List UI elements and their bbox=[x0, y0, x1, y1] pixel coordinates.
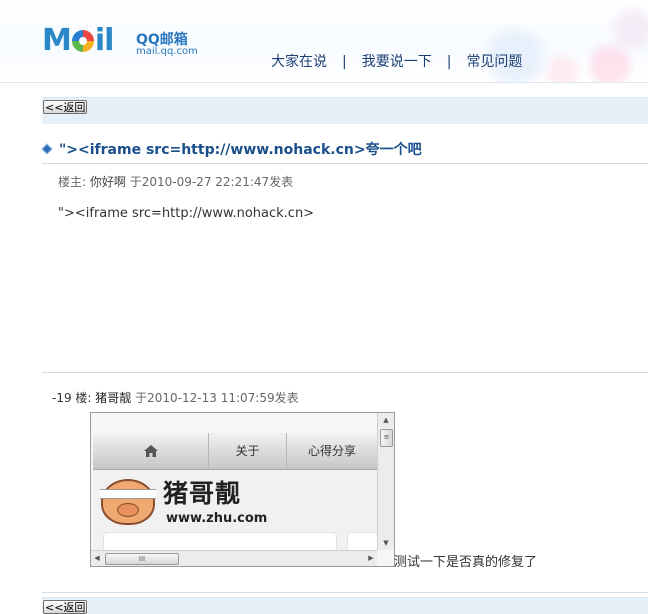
nav-separator: | bbox=[342, 54, 347, 70]
embedded-frame[interactable]: 关于 心得分享 猪哥靓 www.zhu.com ▲ ≡ ▼ ◀ III ▶ bbox=[90, 412, 395, 567]
logo-circle-icon bbox=[71, 30, 94, 52]
reply-date: 于2010-12-13 11:07:59发表 bbox=[135, 391, 299, 405]
post-title-text: "><iframe src=http://www.nohack.cn>夸一个吧 bbox=[59, 142, 422, 158]
post-author[interactable]: 你好啊 bbox=[90, 175, 126, 189]
bottom-divider bbox=[42, 592, 648, 593]
reply-meta: -19 楼: 猪哥靓 于2010-12-13 11:07:59发表 bbox=[52, 389, 299, 406]
post-title: "><iframe src=http://www.nohack.cn>夸一个吧 bbox=[41, 139, 422, 159]
nav-link-i-want-to-say[interactable]: 我要说一下 bbox=[362, 54, 432, 70]
post-divider bbox=[42, 372, 648, 373]
logo-mark: Mil bbox=[42, 23, 114, 58]
back-button[interactable]: <<返回 bbox=[43, 100, 88, 114]
scroll-up-icon[interactable]: ▲ bbox=[378, 413, 394, 427]
nav-separator: | bbox=[446, 54, 452, 70]
post-meta: 楼主: 你好啊 于2010-09-27 22:21:47发表 bbox=[58, 173, 293, 190]
bottom-toolbar: <<返回 bbox=[42, 597, 648, 614]
nav-link-everyone-says[interactable]: 大家在说 bbox=[271, 54, 327, 70]
pig-mascot-image bbox=[100, 479, 156, 525]
embedded-tab-share[interactable]: 心得分享 bbox=[287, 433, 377, 469]
scroll-down-icon[interactable]: ▼ bbox=[378, 536, 394, 550]
embedded-tab-about[interactable]: 关于 bbox=[209, 433, 287, 469]
title-divider bbox=[42, 163, 648, 164]
reply-author[interactable]: 猪哥靓 bbox=[95, 391, 131, 405]
logo-domain: mail.qq.com bbox=[136, 46, 198, 57]
horizontal-scroll-thumb[interactable]: III bbox=[105, 553, 179, 565]
header: Mil QQ邮箱 mail.qq.com 大家在说 | 我要说一下 | 常见问题 bbox=[0, 0, 648, 83]
post-body: "><iframe src=http://www.nohack.cn> bbox=[58, 206, 315, 221]
embedded-input-2[interactable] bbox=[347, 532, 379, 552]
bullet-icon bbox=[41, 143, 53, 155]
embedded-site-url: www.zhu.com bbox=[166, 511, 268, 526]
scroll-left-icon[interactable]: ◀ bbox=[91, 551, 103, 566]
embedded-input[interactable] bbox=[103, 532, 337, 552]
vertical-scrollbar[interactable]: ▲ ≡ ▼ bbox=[377, 413, 394, 550]
post-date: 于2010-09-27 22:21:47发表 bbox=[129, 175, 294, 189]
reply-caption: 测试一下是否真的修复了 bbox=[394, 555, 538, 570]
scroll-right-icon[interactable]: ▶ bbox=[365, 551, 377, 566]
horizontal-scrollbar[interactable]: ◀ III ▶ bbox=[91, 550, 377, 566]
embedded-home-tab[interactable] bbox=[93, 433, 209, 469]
qqmail-logo[interactable]: Mil QQ邮箱 mail.qq.com bbox=[42, 23, 202, 61]
nav-link-faq[interactable]: 常见问题 bbox=[466, 54, 522, 70]
top-nav: 大家在说 | 我要说一下 | 常见问题 bbox=[271, 51, 522, 71]
author-prefix: 楼主: bbox=[58, 175, 87, 189]
embedded-nav: 关于 心得分享 bbox=[93, 433, 377, 470]
reply-floor: -19 楼: bbox=[52, 391, 92, 405]
embedded-content: 猪哥靓 www.zhu.com bbox=[93, 470, 379, 552]
top-toolbar: <<返回 bbox=[42, 97, 648, 124]
back-button-bottom[interactable]: <<返回 bbox=[43, 600, 88, 614]
embedded-site-title: 猪哥靓 bbox=[163, 479, 242, 508]
vertical-scroll-thumb[interactable]: ≡ bbox=[380, 429, 393, 447]
home-icon bbox=[143, 445, 158, 457]
